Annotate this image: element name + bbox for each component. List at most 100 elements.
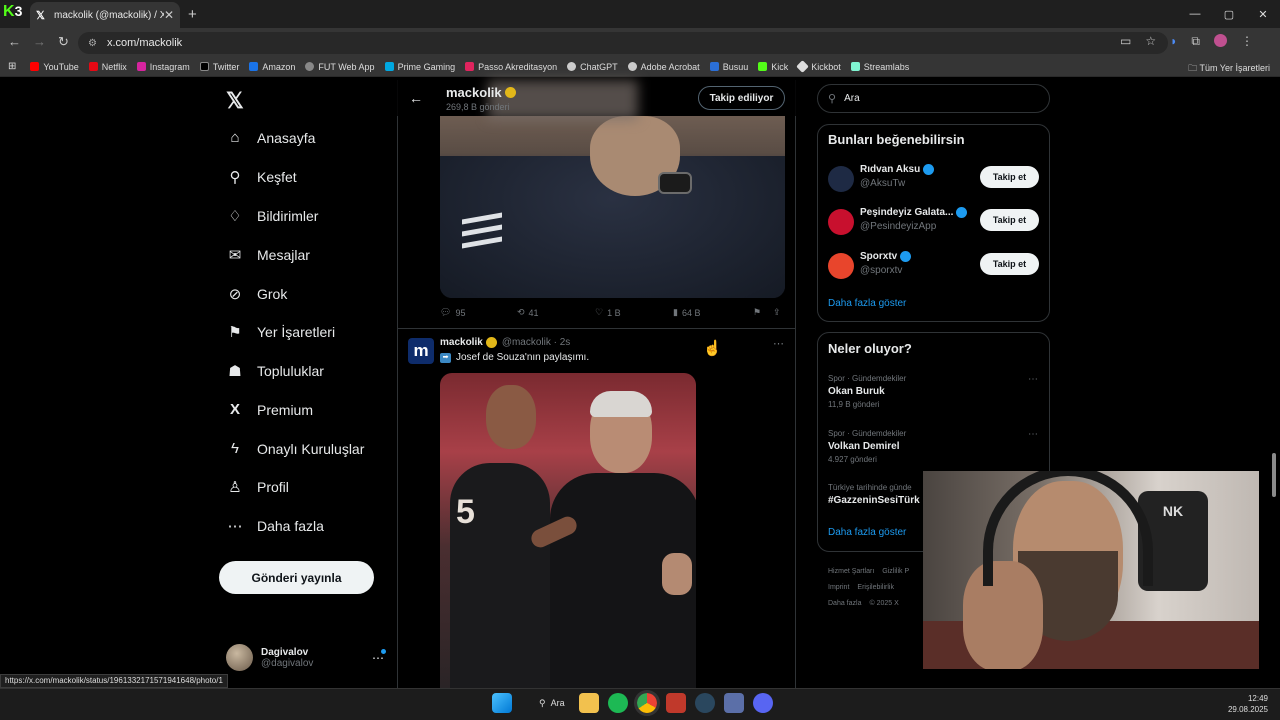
nav-communities[interactable]: ☗ Topluluklar xyxy=(226,362,324,380)
all-bookmarks-button[interactable]: 🗀 Tüm Yer İşaretleri xyxy=(1188,61,1270,77)
file-explorer-icon[interactable] xyxy=(578,693,599,713)
bookmark-star-icon[interactable]: ☆ xyxy=(1145,34,1156,49)
taskbar-search[interactable]: ⚲ Ara xyxy=(539,698,565,709)
nav-verified-orgs[interactable]: ϟ Onaylı Kuruluşlar xyxy=(226,440,364,457)
bookmark-passo[interactable]: Passo Akreditasyon xyxy=(465,62,557,72)
bookmark-kick[interactable]: Kick xyxy=(758,62,788,72)
busuu-icon xyxy=(709,62,719,71)
amazon-icon xyxy=(249,62,259,71)
reply-button[interactable]: 💬︎ 95 xyxy=(440,307,517,318)
forward-icon[interactable]: → xyxy=(33,34,46,50)
close-window-button[interactable]: ✕ xyxy=(1246,8,1280,21)
bookmark-fut-web-app[interactable]: FUT Web App xyxy=(305,62,375,72)
tweet-image[interactable] xyxy=(440,116,785,298)
bookmark-button[interactable]: ⚑ xyxy=(753,307,773,318)
suggestion-item[interactable]: Sporxtv @sporxtv Takip et xyxy=(828,251,1043,285)
bookmark-instagram[interactable]: Instagram xyxy=(136,62,190,72)
bookmark-youtube[interactable]: YouTube xyxy=(30,62,79,72)
tweet-image[interactable]: 5 xyxy=(440,373,696,688)
apps-grid-icon[interactable]: ⊞ xyxy=(8,61,16,72)
reload-icon[interactable]: ↻ xyxy=(58,34,69,50)
more-options-icon[interactable]: ⋯ xyxy=(1028,429,1038,440)
system-clock[interactable]: 12:49 29.08.2025 xyxy=(1228,693,1268,715)
share-button[interactable]: ⇪ xyxy=(773,307,781,318)
bookmark-busuu[interactable]: Busuu xyxy=(709,62,748,72)
follow-button[interactable]: Takip et xyxy=(980,166,1039,188)
bookmark-amazon[interactable]: Amazon xyxy=(249,62,295,72)
views-button[interactable]: ▮ 64 B xyxy=(673,307,753,318)
tab-close-icon[interactable]: ✕ xyxy=(164,8,174,22)
bookmark-streamlabs[interactable]: Streamlabs xyxy=(850,62,909,72)
account-switcher[interactable]: Dagivalov @dagivalov xyxy=(226,644,313,671)
retweet-icon: ⟲ xyxy=(517,307,525,317)
footer-link[interactable]: Daha fazla xyxy=(828,600,861,607)
footer-link[interactable]: Gizlilik P xyxy=(882,568,909,575)
nav-notifications[interactable]: ♢ Bildirimler xyxy=(226,207,318,225)
retweet-button[interactable]: ⟲ 41 xyxy=(517,307,595,318)
chrome-icon[interactable] xyxy=(633,690,660,716)
discord-icon[interactable] xyxy=(752,693,773,713)
profile-avatar-icon[interactable] xyxy=(1213,34,1227,47)
footer-link[interactable]: Hizmet Şartları xyxy=(828,568,874,575)
new-tab-button[interactable]: + xyxy=(188,6,197,23)
footer-link[interactable]: Erişilebilirlik xyxy=(857,584,894,591)
browser-tab[interactable]: 𝕏 mackolik (@mackolik) / X ✕ xyxy=(30,2,180,28)
following-button[interactable]: Takip ediliyor xyxy=(698,86,785,110)
nav-bookmarks[interactable]: ⚑ Yer İşaretleri xyxy=(226,323,335,341)
extensions-puzzle-icon[interactable]: ⧉ xyxy=(1191,34,1200,49)
minimize-button[interactable]: — xyxy=(1178,8,1212,20)
scrollbar-thumb[interactable] xyxy=(1272,453,1276,497)
nav-messages[interactable]: ✉ Mesajlar xyxy=(226,246,310,264)
trend-item[interactable]: Spor · Gündemdekiler Okan Buruk 11,9 B g… xyxy=(828,374,1038,409)
show-more-link[interactable]: Daha fazla göster xyxy=(828,527,906,538)
trend-item[interactable]: Spor · Gündemdekiler Volkan Demirel 4.92… xyxy=(828,429,1038,464)
bookmark-chatgpt[interactable]: ChatGPT xyxy=(567,62,618,72)
nav-more[interactable]: ⋯ Daha fazla xyxy=(226,517,324,535)
extension-icon[interactable]: ◗ xyxy=(1170,34,1177,49)
spotify-icon[interactable] xyxy=(607,693,628,713)
suggestion-item[interactable]: Peşindeyiz Galata... @PesindeyizApp Taki… xyxy=(828,207,1043,241)
nav-explore[interactable]: ⚲ Keşfet xyxy=(226,168,297,186)
show-more-link[interactable]: Daha fazla göster xyxy=(828,298,906,309)
folder-icon: 🗀 xyxy=(1188,63,1200,73)
suggestion-handle: @AksuTw xyxy=(860,178,906,189)
post-button[interactable]: Gönderi yayınla xyxy=(219,561,374,594)
back-icon[interactable]: ← xyxy=(8,34,21,50)
bookmarks-bar: ⊞ YouTube Netflix Instagram Twitter Amaz… xyxy=(0,57,1280,77)
avatar[interactable]: m xyxy=(408,338,434,364)
menu-kebab-icon[interactable]: ⋮ xyxy=(1241,34,1253,49)
nav-premium[interactable]: X Premium xyxy=(226,401,313,418)
bookmark-netflix[interactable]: Netflix xyxy=(88,62,127,72)
follow-button[interactable]: Takip et xyxy=(980,253,1039,275)
bookmark-kickbot[interactable]: Kickbot xyxy=(796,60,841,73)
follow-button[interactable]: Takip et xyxy=(980,209,1039,231)
search-input[interactable]: ⚲ Ara xyxy=(817,84,1050,113)
nav-grok[interactable]: ⊘ Grok xyxy=(226,285,288,303)
obs-app-icon[interactable] xyxy=(665,693,686,713)
cast-icon[interactable]: ▭ xyxy=(1120,34,1131,49)
site-info-icon[interactable]: ⚙ xyxy=(88,38,97,49)
more-options-icon[interactable]: ⋯ xyxy=(773,337,784,350)
search-icon: ⚲ xyxy=(539,697,546,708)
x-logo-icon[interactable]: 𝕏 xyxy=(226,88,244,114)
nav-label: Grok xyxy=(257,286,288,302)
footer-link[interactable]: Imprint xyxy=(828,584,849,591)
suggestion-item[interactable]: Rıdvan Aksu @AksuTw Takip et xyxy=(828,164,1043,198)
envelope-icon: ✉ xyxy=(228,247,242,264)
nav-profile[interactable]: ♙ Profil xyxy=(226,478,289,496)
maximize-button[interactable]: ▢ xyxy=(1212,8,1246,21)
nav-home[interactable]: ⌂ Anasayfa xyxy=(226,129,315,146)
app-icon[interactable] xyxy=(723,693,744,713)
like-button[interactable]: ♡ 1 B xyxy=(595,307,673,318)
more-options-icon[interactable]: ⋯ xyxy=(1028,374,1038,385)
windows-start-icon[interactable] xyxy=(492,693,512,713)
tweet-author[interactable]: mackolik xyxy=(440,337,483,348)
bookmark-twitter[interactable]: Twitter xyxy=(199,62,239,72)
back-arrow-icon[interactable]: ← xyxy=(409,90,423,106)
url-field[interactable]: ⚙ x.com/mackolik xyxy=(78,32,1168,54)
bookmark-adobe-acrobat[interactable]: Adobe Acrobat xyxy=(627,62,700,72)
steam-icon[interactable] xyxy=(694,693,715,713)
x-favicon-icon: 𝕏 xyxy=(36,10,45,22)
bookmark-prime-gaming[interactable]: Prime Gaming xyxy=(384,62,455,72)
lightning-icon: ϟ xyxy=(231,440,239,457)
